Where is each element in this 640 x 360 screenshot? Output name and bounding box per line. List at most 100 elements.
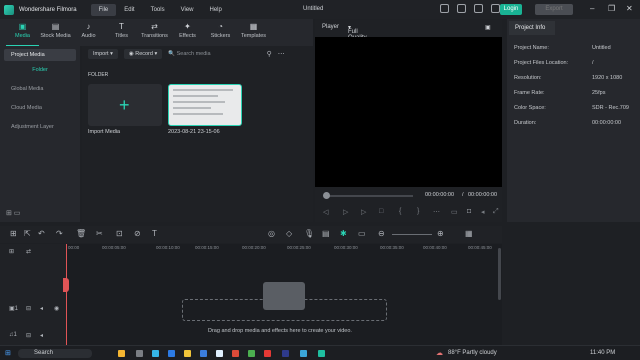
- maximize-icon[interactable]: ❐: [608, 4, 615, 13]
- timeline-settings-icon[interactable]: ▦: [465, 229, 473, 238]
- delete-icon[interactable]: 🗑: [76, 229, 86, 238]
- layout-icon[interactable]: ⊞: [10, 229, 17, 238]
- timeline-ruler[interactable]: 00:00 00:00:05:00 00:00:10:00 00:00:15:0…: [67, 244, 502, 256]
- taskbar-app-icon[interactable]: [248, 350, 255, 357]
- taskbar-app-icon[interactable]: [184, 350, 191, 357]
- zoom-out-icon[interactable]: ⊖: [378, 229, 385, 238]
- timeline-scrollbar[interactable]: [498, 248, 501, 300]
- project-media-item[interactable]: Project Media: [4, 49, 76, 61]
- quality-dropdown[interactable]: Full Quality ▾: [348, 24, 367, 41]
- import-media-card[interactable]: +: [88, 84, 162, 126]
- mark-in-icon[interactable]: {: [399, 208, 401, 215]
- tab-transitions[interactable]: ⇄ Transitions: [138, 19, 171, 46]
- more-icon[interactable]: ⋯: [278, 50, 285, 58]
- menu-view[interactable]: View: [173, 4, 202, 16]
- player-panel: Player Full Quality ▾ ▣ 00:00:00:00 / 00…: [315, 19, 502, 222]
- taskbar-app-icon[interactable]: [232, 350, 239, 357]
- playhead[interactable]: [66, 244, 67, 345]
- speaker-icon[interactable]: ◂: [40, 305, 43, 312]
- tab-templates[interactable]: ▦ Templates: [237, 19, 270, 46]
- fullscreen-icon[interactable]: ⤢: [493, 208, 499, 216]
- link-icon[interactable]: ⇄: [26, 248, 31, 255]
- scrub-handle[interactable]: [323, 192, 330, 199]
- import-dropdown[interactable]: Import ▾: [88, 49, 118, 59]
- ai-icon[interactable]: ✱: [340, 229, 347, 238]
- windows-start-icon[interactable]: ⊞: [5, 349, 11, 357]
- scrub-bar[interactable]: [325, 195, 413, 197]
- menu-tools[interactable]: Tools: [143, 4, 173, 16]
- render-preview-icon[interactable]: ◎: [268, 229, 275, 238]
- stop-icon[interactable]: □: [379, 208, 383, 215]
- search-media-input[interactable]: 🔍 Search media: [168, 51, 210, 57]
- taskbar-app-icon[interactable]: [300, 350, 307, 357]
- redo-icon[interactable]: ↷: [56, 229, 63, 238]
- cloud-icon[interactable]: [474, 4, 483, 13]
- zoom-in-icon[interactable]: ⊕: [437, 229, 444, 238]
- new-folder-icon[interactable]: ⊞ ▭: [6, 209, 20, 217]
- audio-detach-icon[interactable]: ⊘: [134, 229, 141, 238]
- text-icon[interactable]: T: [152, 229, 157, 238]
- filter-icon[interactable]: ⚲: [267, 50, 272, 58]
- tab-titles[interactable]: T Titles: [105, 19, 138, 46]
- menu-file[interactable]: File: [90, 3, 117, 16]
- mark-out-icon[interactable]: }: [417, 208, 419, 215]
- taskbar-app-icon[interactable]: [264, 350, 271, 357]
- minimize-icon[interactable]: –: [590, 4, 594, 13]
- lock-icon[interactable]: ⊟: [26, 305, 31, 312]
- eye-icon[interactable]: ◉: [54, 305, 59, 312]
- menu-edit[interactable]: Edit: [116, 4, 142, 16]
- undo-icon[interactable]: ↶: [38, 229, 45, 238]
- speed-icon[interactable]: ▭: [358, 229, 366, 238]
- project-info-tab[interactable]: Project Info: [509, 21, 555, 35]
- taskbar-app-icon[interactable]: [152, 350, 159, 357]
- monitor-icon[interactable]: [440, 4, 449, 13]
- cloud-media-item[interactable]: Cloud Media: [4, 102, 76, 114]
- tab-media[interactable]: ▣ Media: [6, 19, 39, 46]
- tab-audio[interactable]: ♪ Audio: [72, 19, 105, 46]
- media-clip-thumbnail[interactable]: [168, 84, 242, 126]
- close-icon[interactable]: ✕: [626, 4, 633, 13]
- login-button[interactable]: Login: [500, 4, 522, 15]
- playhead-handle[interactable]: [63, 278, 69, 292]
- volume-icon[interactable]: ◂: [481, 208, 485, 216]
- taskbar-filmora-icon[interactable]: [318, 350, 325, 357]
- snapshot-icon[interactable]: ▣: [485, 24, 491, 31]
- global-media-item[interactable]: Global Media: [4, 83, 76, 95]
- lock-icon[interactable]: ⊟: [26, 332, 31, 339]
- tab-stickers[interactable]: ◔ Stickers: [204, 19, 237, 46]
- record-dropdown[interactable]: ◉ Record ▾: [123, 49, 163, 59]
- tab-stock-media[interactable]: ▤ Stock Media: [39, 19, 72, 46]
- marker-icon[interactable]: ◇: [286, 229, 292, 238]
- media-tabs: ▣ Media ▤ Stock Media ♪ Audio T Titles ⇄ Tran…: [0, 19, 313, 46]
- headset-icon[interactable]: [491, 4, 500, 13]
- download-icon[interactable]: [457, 4, 466, 13]
- select-icon[interactable]: ⇱: [24, 229, 31, 238]
- tab-effects[interactable]: ✦ Effects: [171, 19, 204, 46]
- taskbar-app-icon[interactable]: [216, 350, 223, 357]
- display-icon[interactable]: ▭: [451, 208, 458, 216]
- preview-screen[interactable]: [315, 37, 502, 187]
- snapshot-icon[interactable]: ▤: [322, 229, 330, 238]
- taskbar-app-icon[interactable]: [282, 350, 289, 357]
- prev-frame-icon[interactable]: ◁: [323, 208, 328, 216]
- render-icon[interactable]: ⋯: [433, 208, 440, 216]
- crop-icon[interactable]: ⊡: [116, 229, 123, 238]
- menu-help[interactable]: Help: [202, 4, 230, 16]
- ruler-tick: 00:00:25:00: [287, 245, 311, 250]
- taskbar-app-icon[interactable]: [136, 350, 143, 357]
- add-track-icon[interactable]: ⊞: [9, 248, 14, 255]
- next-frame-icon[interactable]: ▷: [361, 208, 366, 216]
- cut-icon[interactable]: ✂: [96, 229, 103, 238]
- camera-icon[interactable]: ◘: [467, 208, 471, 215]
- taskbar-app-icon[interactable]: [200, 350, 207, 357]
- folder-item[interactable]: Folder: [4, 64, 76, 76]
- export-button[interactable]: Export: [535, 4, 573, 15]
- taskbar-app-icon[interactable]: [118, 350, 125, 357]
- speaker-icon[interactable]: ◂: [40, 332, 43, 339]
- mic-icon[interactable]: 🎙: [304, 229, 314, 238]
- play-icon[interactable]: ▷: [343, 208, 348, 216]
- zoom-slider[interactable]: [392, 234, 432, 235]
- taskbar-app-icon[interactable]: [168, 350, 175, 357]
- taskbar-search[interactable]: Search: [18, 349, 92, 358]
- adjustment-layer-item[interactable]: Adjustment Layer: [4, 121, 76, 133]
